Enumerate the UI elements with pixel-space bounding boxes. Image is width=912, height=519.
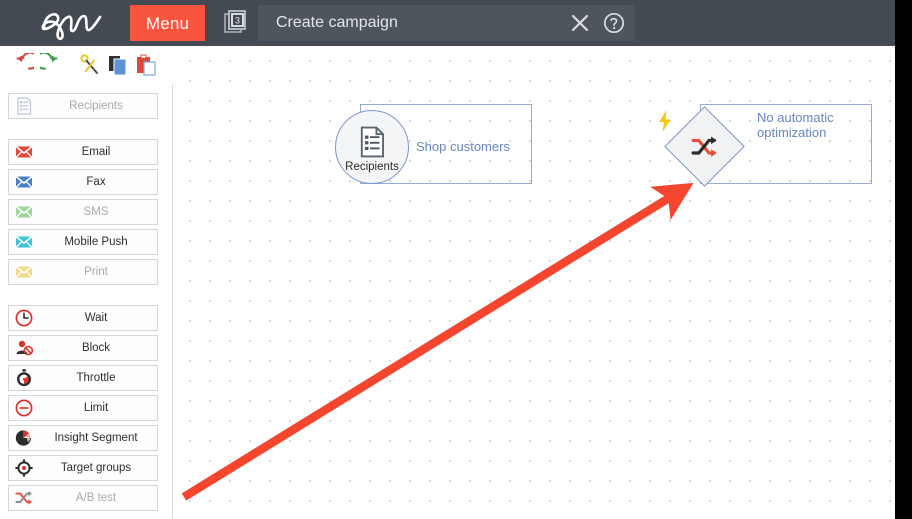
campaign-tab[interactable]: Create campaign (258, 5, 635, 41)
document-list-icon (14, 96, 34, 116)
target-icon (14, 458, 34, 478)
sidebar-item-label: Target groups (60, 462, 132, 474)
tab-title: Create campaign (276, 14, 398, 31)
sidebar-item-email[interactable]: Email (8, 139, 158, 165)
sidebar-item-label: Block (81, 342, 111, 354)
documents-badge-count: 3 (235, 16, 240, 26)
envelope-icon (14, 142, 34, 162)
lightning-bolt-icon (659, 110, 671, 132)
sidebar-item-label: Fax (86, 176, 106, 188)
component-palette: Recipients Email Fax SMS Mobile Push Pri… (0, 84, 173, 519)
sidebar-item-wait[interactable]: Wait (8, 305, 158, 331)
sidebar-item-label: Insight Segment (54, 432, 138, 444)
sidebar-item-print[interactable]: Print (8, 259, 158, 285)
sidebar-item-label: Print (84, 266, 108, 278)
close-icon[interactable] (570, 13, 590, 33)
sidebar-item-limit[interactable]: Limit (8, 395, 158, 421)
sidebar-item-block[interactable]: Block (8, 335, 158, 361)
application-window: Menu 3 Create campaign Recipients Email … (0, 0, 895, 519)
envelope-icon (14, 202, 34, 222)
recipients-node-label: Recipients (345, 161, 399, 173)
top-header-bar: Menu 3 Create campaign (0, 0, 895, 46)
epi-logo (38, 3, 110, 43)
clock-icon (14, 308, 34, 328)
sidebar-item-label: Mobile Push (64, 236, 128, 248)
redo-icon[interactable] (34, 51, 64, 77)
shuffle-icon (691, 136, 717, 157)
recipients-node-circle[interactable]: Recipients (335, 110, 409, 184)
envelope-icon (14, 232, 34, 252)
right-edge-strip (895, 0, 912, 519)
stopwatch-icon (14, 368, 34, 388)
sidebar-item-label: Email (81, 146, 111, 158)
documents-stack-icon[interactable]: 3 (224, 8, 250, 36)
pie-chart-icon (14, 428, 34, 448)
paste-icon[interactable] (134, 53, 158, 77)
block-icon (14, 338, 34, 358)
copy-icon[interactable] (106, 53, 130, 77)
sidebar-item-ab-test[interactable]: A/B test (8, 485, 158, 511)
campaign-flow-canvas[interactable]: Recipients Shop customers No automatic o… (173, 46, 895, 519)
sidebar-item-sms[interactable]: SMS (8, 199, 158, 225)
envelope-icon (14, 172, 34, 192)
ab-test-node-caption: No automatic optimization (757, 110, 834, 140)
recipients-node-caption: Shop customers (416, 139, 510, 154)
sidebar-item-mobile-push[interactable]: Mobile Push (8, 229, 158, 255)
sidebar-item-recipients[interactable]: Recipients (8, 93, 158, 119)
sidebar-item-label: Limit (83, 402, 109, 414)
sidebar-item-label: SMS (83, 206, 109, 218)
sidebar-item-fax[interactable]: Fax (8, 169, 158, 195)
shuffle-icon (14, 488, 34, 508)
sidebar-item-label: Wait (84, 312, 108, 324)
document-list-icon (360, 126, 384, 158)
cut-icon[interactable] (78, 53, 102, 77)
sidebar-item-label: Recipients (69, 100, 123, 112)
sidebar-item-insight-segment[interactable]: Insight Segment (8, 425, 158, 451)
sidebar-item-label: A/B test (75, 492, 117, 504)
menu-button[interactable]: Menu (130, 5, 205, 41)
sidebar-item-target-groups[interactable]: Target groups (8, 455, 158, 481)
minus-circle-icon (14, 398, 34, 418)
help-icon[interactable] (603, 12, 625, 34)
edit-toolbar (0, 46, 172, 85)
sidebar-item-label: Throttle (76, 372, 116, 384)
envelope-icon (14, 262, 34, 282)
undo-icon[interactable] (10, 51, 40, 77)
sidebar-item-throttle[interactable]: Throttle (8, 365, 158, 391)
